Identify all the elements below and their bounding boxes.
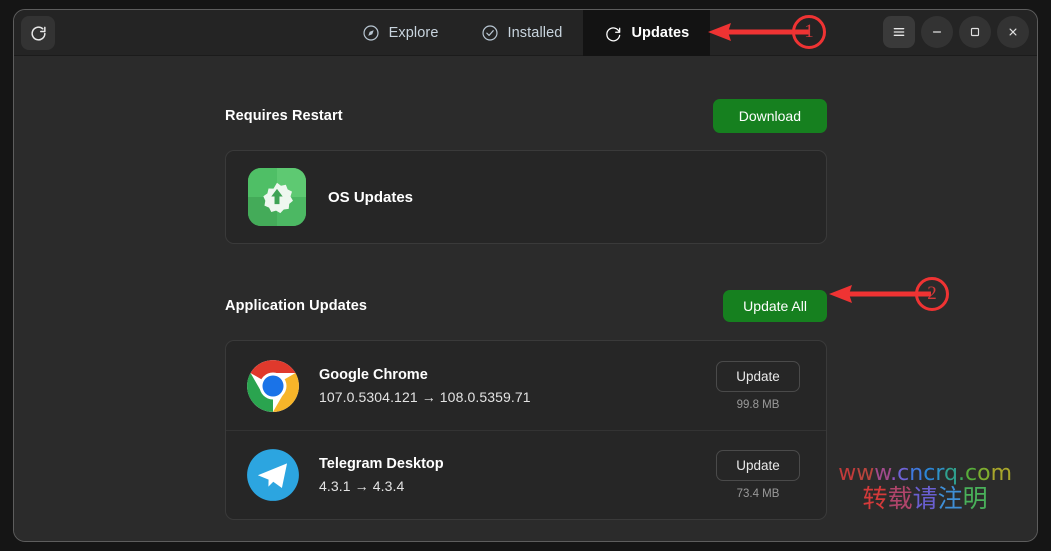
app-name: Telegram Desktop [319,456,691,472]
application-updates-card: Google Chrome 107.0.5304.121 → 108.0.535… [225,340,827,520]
watermark: www.cncrq.com 转载请注明 [838,462,1012,512]
watermark-url: www.cncrq.com [838,462,1012,485]
os-updates-label: OS Updates [328,189,413,206]
compass-icon [362,24,380,42]
list-item-os-updates[interactable]: OS Updates [226,151,826,243]
section-requires-restart: Requires Restart Download OS Updates [225,99,827,244]
app-size: 73.4 MB [737,488,780,500]
app-size: 99.8 MB [737,399,780,411]
app-name: Google Chrome [319,367,691,383]
tab-updates[interactable]: Updates [583,10,710,56]
tab-installed-label: Installed [508,25,563,41]
section-header: Application Updates Update All [225,289,827,322]
window-controls [883,16,1029,48]
tab-explore[interactable]: Explore [341,10,460,56]
maximize-button[interactable] [959,16,991,48]
update-button-telegram-desktop[interactable]: Update [716,450,800,481]
download-button[interactable]: Download [713,99,827,133]
app-info: Google Chrome 107.0.5304.121 → 108.0.535… [319,367,691,405]
section-application-updates: Application Updates Update All [225,289,827,520]
update-button-google-chrome[interactable]: Update [716,361,800,392]
app-actions: Update 73.4 MB [710,450,806,500]
app-info: Telegram Desktop 4.3.1 → 4.3.4 [319,456,691,494]
screen: Explore Installed Updates [0,0,1051,551]
check-circle-icon [481,24,499,42]
os-updates-icon [248,168,306,226]
menu-button[interactable] [883,16,915,48]
tab-installed[interactable]: Installed [460,10,584,56]
watermark-notice: 转载请注明 [838,486,1012,512]
app-window: Explore Installed Updates [13,9,1038,542]
requires-restart-title: Requires Restart [225,108,343,124]
tab-explore-label: Explore [389,25,439,41]
minimize-button[interactable] [921,16,953,48]
telegram-icon [246,448,300,502]
refresh-circle-icon [604,24,622,42]
list-item-google-chrome[interactable]: Google Chrome 107.0.5304.121 → 108.0.535… [226,341,826,430]
app-actions: Update 99.8 MB [710,361,806,411]
application-updates-title: Application Updates [225,298,367,314]
requires-restart-card: OS Updates [225,150,827,244]
close-icon [1006,25,1020,39]
tab-updates-label: Updates [631,25,689,41]
minimize-icon [930,25,944,39]
maximize-icon [968,25,982,39]
annotation-badge-2: 2 [915,277,949,311]
close-button[interactable] [997,16,1029,48]
annotation-badge-1: 1 [792,15,826,49]
google-chrome-icon [246,359,300,413]
app-version: 4.3.1 → 4.3.4 [319,478,691,494]
update-all-button[interactable]: Update All [723,290,827,322]
hamburger-menu-icon [891,24,907,40]
os-badge-arrow-icon [258,178,296,216]
list-item-telegram-desktop[interactable]: Telegram Desktop 4.3.1 → 4.3.4 Update 73… [226,430,826,519]
section-header: Requires Restart Download [225,99,827,132]
titlebar: Explore Installed Updates [14,10,1037,56]
app-version: 107.0.5304.121 → 108.0.5359.71 [319,389,691,405]
